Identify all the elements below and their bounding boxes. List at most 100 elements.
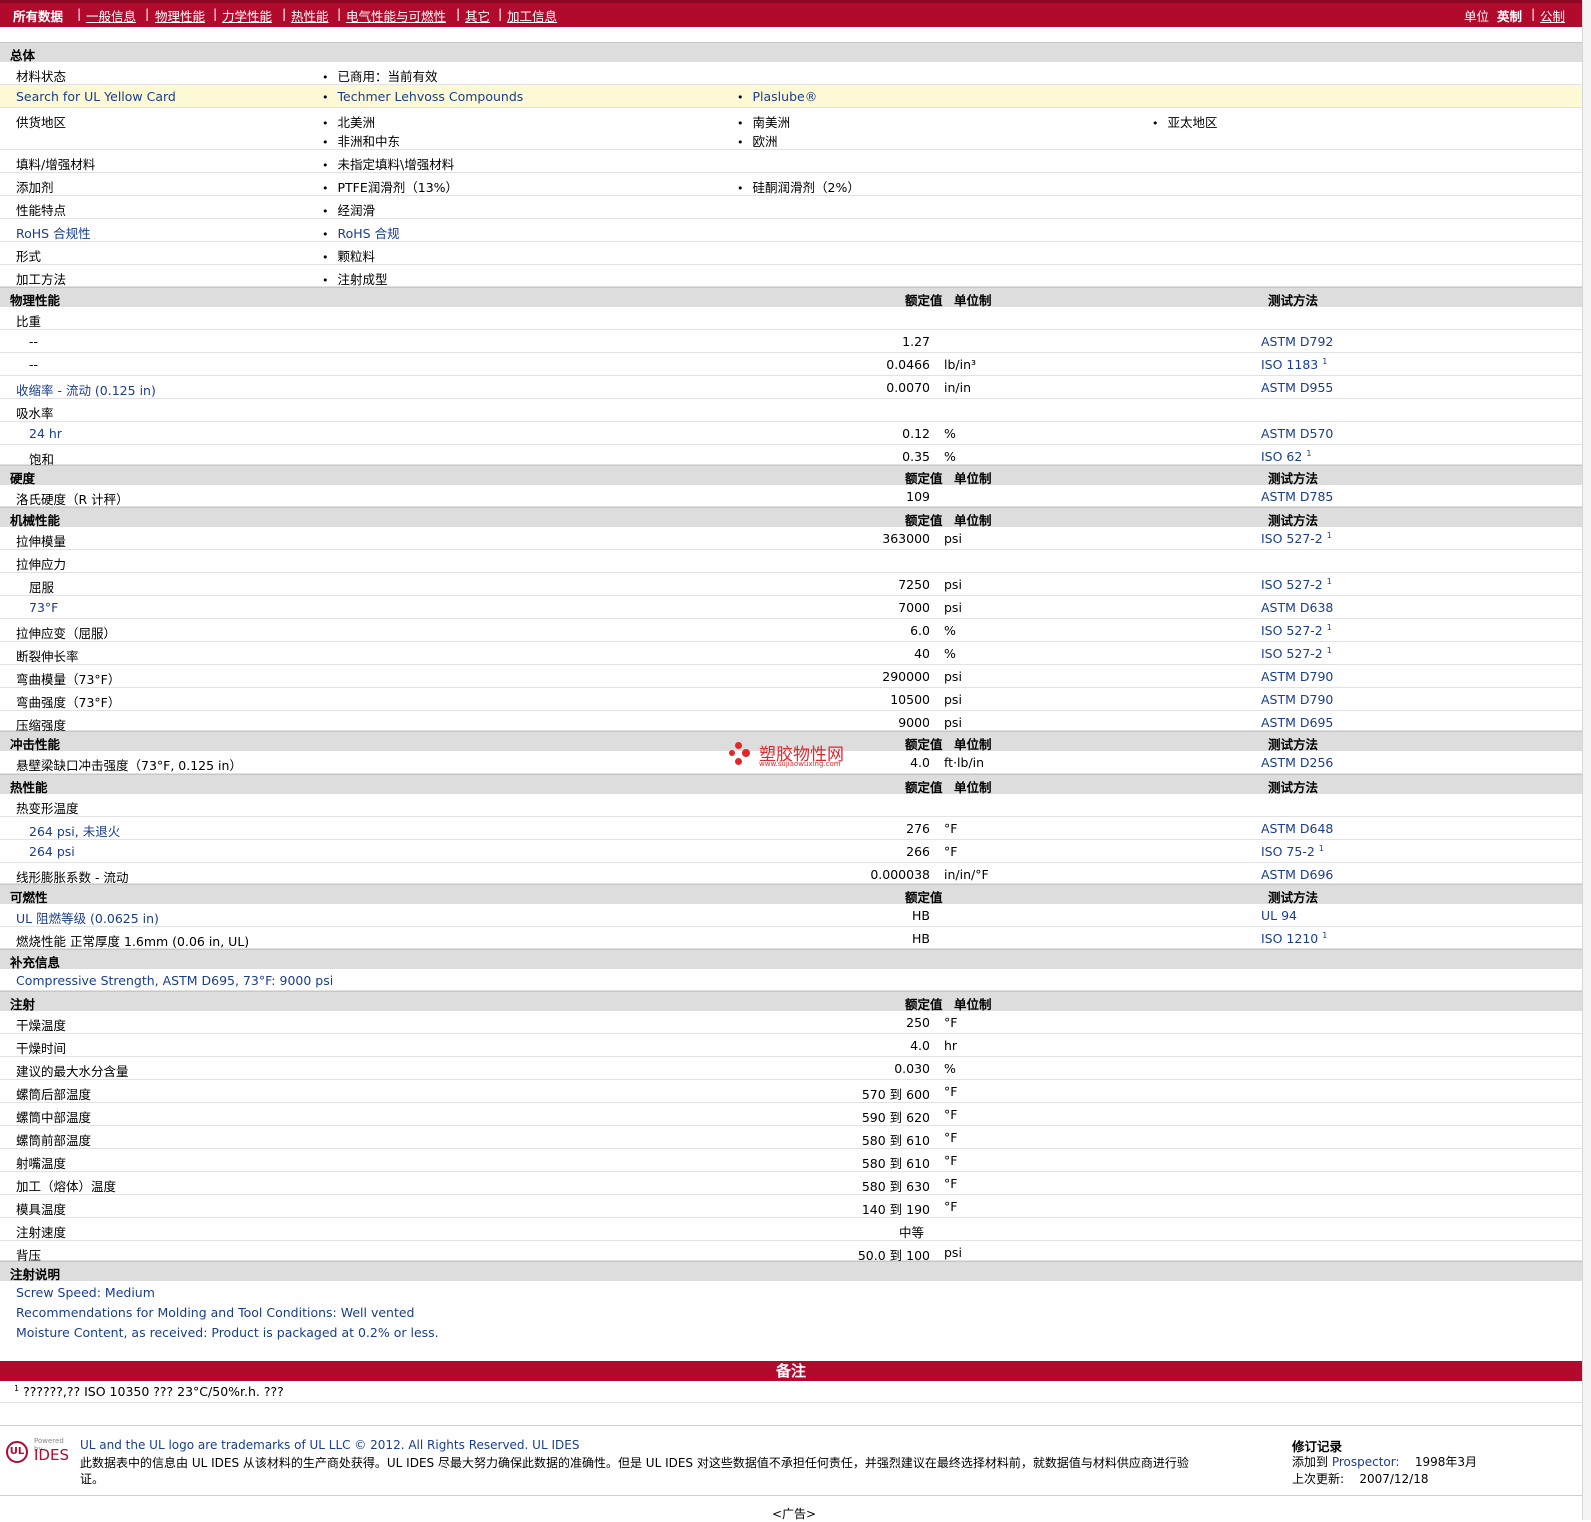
row-unit: % — [944, 449, 956, 464]
tab-general[interactable]: 一般信息 — [86, 6, 136, 25]
row-unit: psi — [944, 600, 962, 615]
row-unit: % — [944, 623, 956, 638]
test-method-link[interactable]: ISO 75-2 1 — [1261, 844, 1324, 859]
separator: | — [282, 6, 287, 21]
row-value: 250 — [906, 1015, 930, 1030]
test-method-link[interactable]: ASTM D790 — [1261, 669, 1333, 684]
row-unit: hr — [944, 1038, 958, 1053]
row-unit: °F — [944, 844, 958, 859]
section-hardness-header: 硬度 额定值 单位制 测试方法 — [0, 465, 1582, 486]
section-thermal-header: 热性能 额定值 单位制 测试方法 — [0, 774, 1582, 795]
row-label: 24 hr — [29, 426, 62, 441]
row-label: 屈服 — [29, 580, 55, 595]
table-row: 加工（熔体）温度 580 到 630 °F — [0, 1172, 1582, 1195]
test-method-link[interactable]: ASTM D792 — [1261, 334, 1333, 349]
row-label: 264 psi — [29, 844, 75, 859]
tab-mechanical[interactable]: 力学性能 — [222, 6, 272, 25]
test-method-link[interactable]: ISO 527-2 1 — [1261, 646, 1332, 661]
section-supplement-header: 补充信息 — [0, 949, 1582, 970]
row-value: 0.000038 — [870, 867, 930, 882]
table-row: 螺筒后部温度 570 到 600 °F — [0, 1080, 1582, 1103]
row-label: 加工（熔体）温度 — [16, 1179, 117, 1194]
unit-metric[interactable]: 公制 — [1540, 6, 1565, 25]
separator: | — [337, 6, 342, 21]
test-method-link[interactable]: ISO 527-2 1 — [1261, 577, 1332, 592]
row-value: 290000 — [882, 669, 930, 684]
tab-processing[interactable]: 加工信息 — [507, 6, 557, 25]
row-value: 580 到 610 — [861, 1133, 930, 1148]
footnote-marker: 1 — [1322, 357, 1328, 366]
row-unit: in/in — [944, 380, 972, 395]
row-value: 570 到 600 — [861, 1087, 930, 1102]
table-row: 弯曲强度（73°F） 10500 psi ASTM D790 — [0, 688, 1582, 711]
scrollbar[interactable] — [1582, 0, 1591, 1520]
test-method-link[interactable]: ISO 1210 1 — [1261, 931, 1327, 946]
test-method-link[interactable]: ASTM D638 — [1261, 600, 1333, 615]
row-value: 4.0 — [910, 755, 930, 770]
tab-electrical[interactable]: 电气性能与可燃性 — [346, 6, 446, 25]
tab-all-data[interactable]: 所有数据 — [13, 6, 63, 25]
table-row: 干燥温度 250 °F — [0, 1011, 1582, 1034]
tab-physical[interactable]: 物理性能 — [155, 6, 205, 25]
brand-link[interactable]: Plaslube® — [737, 89, 818, 104]
notes-header: 备注 — [0, 1361, 1582, 1381]
test-method-link[interactable]: ASTM D570 — [1261, 426, 1333, 441]
top-nav-bar: 所有数据 | 一般信息 | 物理性能 | 力学性能 | 热性能 | 电气性能与可… — [0, 0, 1582, 27]
unit-label: 单位 — [1464, 9, 1490, 24]
test-method-link[interactable]: ISO 527-2 1 — [1261, 623, 1332, 638]
test-method-link[interactable]: ASTM D955 — [1261, 380, 1333, 395]
supplier-link[interactable]: Techmer Lehvoss Compounds — [322, 89, 524, 104]
table-row: -- 1.27 ASTM D792 — [0, 330, 1582, 353]
row-label: 性能特点 — [16, 203, 67, 218]
tab-other[interactable]: 其它 — [465, 6, 490, 25]
row-item: 颗粒料 — [322, 246, 376, 265]
test-method-link[interactable]: ISO 62 1 — [1261, 449, 1311, 464]
row-unit: ft·lb/in — [944, 755, 985, 770]
row-label: UL 阻燃等级 (0.0625 in) — [16, 911, 159, 926]
test-method-link[interactable]: ASTM D256 — [1261, 755, 1333, 770]
row-unit: % — [944, 646, 956, 661]
test-method-link[interactable]: ASTM D695 — [1261, 715, 1333, 730]
row-value: HB — [912, 931, 930, 946]
rohs-link[interactable]: RoHS 合规性 — [16, 223, 91, 242]
test-method-link[interactable]: ASTM D785 — [1261, 489, 1333, 504]
section-general-header: 总体 — [0, 42, 1582, 63]
table-row: 燃烧性能 正常厚度 1.6mm (0.06 in, UL) HB ISO 121… — [0, 927, 1582, 949]
divider — [0, 1495, 1582, 1496]
table-row: Search for UL Yellow Card Techmer Lehvos… — [0, 85, 1582, 108]
table-row: 264 psi 266 °F ISO 75-2 1 — [0, 840, 1582, 863]
unit-imperial[interactable]: 英制 — [1497, 6, 1522, 25]
footer-trademark: UL and the UL logo are trademarks of UL … — [80, 1438, 580, 1452]
revision-updated: 上次更新: 2007/12/18 — [1292, 1472, 1429, 1486]
separator: | — [77, 6, 82, 21]
ul-yellow-card-link[interactable]: Search for UL Yellow Card — [16, 89, 176, 104]
table-row: 干燥时间 4.0 hr — [0, 1034, 1582, 1057]
row-item: 南美洲 — [737, 112, 791, 131]
row-item: 硅酮润滑剂（2%） — [737, 177, 860, 196]
row-label: 形式 — [16, 249, 42, 264]
table-row: 模具温度 140 到 190 °F — [0, 1195, 1582, 1218]
test-method-link[interactable]: ISO 527-2 1 — [1261, 531, 1332, 546]
row-unit: °F — [944, 821, 958, 836]
revision-added: 添加到 Prospector: 1998年3月 — [1292, 1455, 1477, 1469]
row-item: 亚太地区 — [1152, 112, 1218, 131]
test-method-link[interactable]: ISO 1183 1 — [1261, 357, 1327, 372]
tab-thermal[interactable]: 热性能 — [291, 6, 329, 25]
table-row: 收缩率 - 流动 (0.125 in) 0.0070 in/in ASTM D9… — [0, 376, 1582, 399]
row-value: 1.27 — [902, 334, 930, 349]
test-method-link[interactable]: UL 94 — [1261, 908, 1297, 923]
rohs-item-link[interactable]: RoHS 合规 — [322, 223, 400, 242]
row-value: 0.030 — [894, 1061, 930, 1076]
footer-disclaimer-end: 证。 — [80, 1472, 105, 1486]
row-label: 弯曲模量（73°F） — [16, 672, 121, 687]
row-value: 40 — [914, 646, 930, 661]
row-unit: psi — [944, 715, 962, 730]
watermark-logo: 塑胶物性网 www.sujiaowuxing.com — [729, 740, 864, 772]
row-label: 拉伸模量 — [16, 534, 67, 549]
row-label: 断裂伸长率 — [16, 649, 79, 664]
footnote-marker: 1 — [1326, 577, 1332, 586]
test-method-link[interactable]: ASTM D790 — [1261, 692, 1333, 707]
row-label: 收缩率 - 流动 (0.125 in) — [16, 383, 156, 398]
test-method-link[interactable]: ASTM D696 — [1261, 867, 1333, 882]
test-method-link[interactable]: ASTM D648 — [1261, 821, 1333, 836]
